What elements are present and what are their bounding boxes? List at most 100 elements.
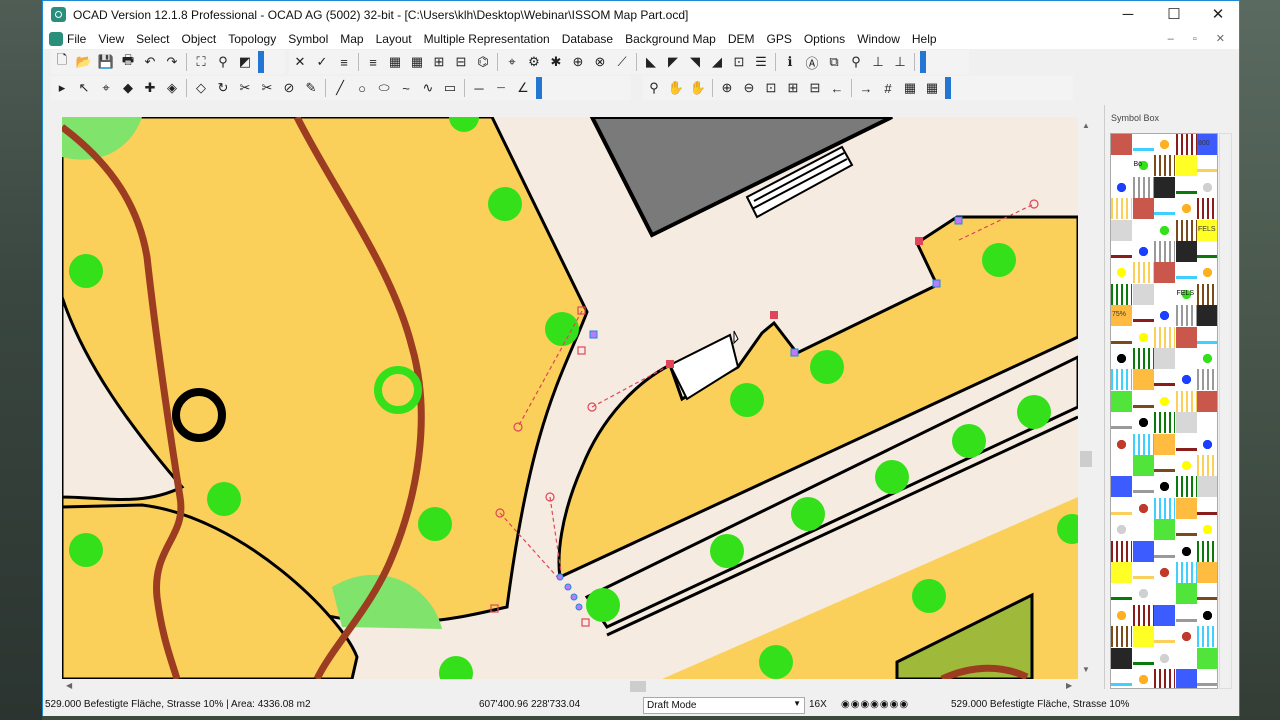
open-file-icon[interactable]: 📂: [73, 51, 95, 73]
symbol-item[interactable]: [1197, 562, 1217, 583]
menu-select[interactable]: Select: [136, 32, 169, 46]
symbol-item[interactable]: [1197, 390, 1217, 412]
symbol-item[interactable]: [1132, 396, 1154, 408]
icon[interactable]: ◣: [640, 51, 662, 73]
find-icon[interactable]: ⚲: [212, 51, 234, 73]
symbol-item[interactable]: [1197, 262, 1217, 284]
select-area-icon[interactable]: ⛶: [190, 51, 212, 73]
scissors-icon[interactable]: ✂: [256, 77, 278, 99]
ground-icon[interactable]: ⊥: [889, 51, 911, 73]
symbol-item[interactable]: [1154, 390, 1175, 412]
straight-line-icon[interactable]: ─: [468, 77, 490, 99]
symbol-item[interactable]: [1132, 626, 1154, 648]
symbol-item[interactable]: [1132, 369, 1154, 391]
pin-icon[interactable]: ⊥: [867, 51, 889, 73]
symbol-item[interactable]: [1111, 176, 1132, 198]
icon[interactable]: ⌖: [501, 51, 523, 73]
symbol-item[interactable]: [1197, 519, 1217, 541]
icon[interactable]: ◥: [684, 51, 706, 73]
symbol-item[interactable]: [1132, 583, 1154, 605]
menu-background-map[interactable]: Background Map: [625, 32, 716, 46]
symbol-item[interactable]: [1197, 160, 1217, 173]
icon[interactable]: ☰: [750, 51, 772, 73]
symbol-item[interactable]: [1175, 497, 1197, 519]
symbol-item[interactable]: [1175, 669, 1197, 688]
symbol-item[interactable]: [1132, 348, 1154, 369]
pencil-icon[interactable]: ✎: [300, 77, 322, 99]
symbol-item[interactable]: [1197, 369, 1217, 391]
icon[interactable]: ⊟: [450, 51, 472, 73]
symbol-item[interactable]: [1175, 369, 1197, 391]
icon[interactable]: ⊗: [589, 51, 611, 73]
ruler-icon[interactable]: ▦: [921, 77, 943, 99]
symbol-item[interactable]: [1111, 562, 1132, 583]
symbol-item[interactable]: [1132, 567, 1154, 579]
symbol-item[interactable]: [1132, 669, 1154, 688]
zoom-fit-icon[interactable]: ⊞: [782, 77, 804, 99]
map-canvas[interactable]: [62, 117, 1078, 679]
icon[interactable]: ⟋: [611, 51, 633, 73]
symbol-item[interactable]: [1154, 348, 1175, 369]
grid-icon[interactable]: #: [877, 77, 899, 99]
symbol-item[interactable]: FELS: [1175, 283, 1197, 305]
symbol-item[interactable]: [1197, 176, 1217, 198]
freehand-icon[interactable]: ∿: [417, 77, 439, 99]
symbol-item[interactable]: [1132, 497, 1154, 519]
icon[interactable]: ⊡: [728, 51, 750, 73]
symbol-item[interactable]: [1154, 203, 1175, 216]
scroll-up-icon[interactable]: ▲: [1082, 121, 1090, 130]
curve-icon[interactable]: ~: [395, 77, 417, 99]
node-delete-icon[interactable]: ◇: [190, 77, 212, 99]
menu-map[interactable]: Map: [340, 32, 363, 46]
symbol-item[interactable]: [1175, 610, 1197, 622]
symbol-item[interactable]: [1154, 546, 1175, 558]
line-icon[interactable]: ╱: [329, 77, 351, 99]
symbol-item[interactable]: [1197, 348, 1217, 369]
symbol-item[interactable]: [1197, 455, 1217, 476]
hand-icon[interactable]: ✋: [687, 77, 709, 99]
text-edit-icon[interactable]: ⧉: [823, 51, 845, 73]
grid-icon[interactable]: ▦: [384, 51, 406, 73]
mode-select[interactable]: Draft Mode ▼: [643, 697, 805, 714]
symbol-item[interactable]: [1197, 647, 1217, 669]
undo-icon[interactable]: ↶: [139, 51, 161, 73]
symbol-item[interactable]: [1154, 155, 1175, 177]
menu-view[interactable]: View: [98, 32, 124, 46]
symbol-item[interactable]: [1175, 198, 1197, 220]
minimize-button[interactable]: ─: [1105, 1, 1151, 29]
symbol-item[interactable]: [1197, 305, 1217, 327]
hand-icon[interactable]: ✋: [665, 77, 687, 99]
symbol-item[interactable]: [1175, 305, 1197, 327]
symbol-item[interactable]: [1175, 182, 1197, 194]
symbol-box-scrollbar[interactable]: [1219, 133, 1232, 689]
zoom-window-icon[interactable]: ⊡: [760, 77, 782, 99]
symbol-item[interactable]: [1111, 262, 1132, 284]
scroll-left-icon[interactable]: ◀: [66, 681, 72, 690]
symbol-item[interactable]: [1154, 562, 1175, 583]
symbol-item[interactable]: 800: [1197, 134, 1217, 155]
symbol-item[interactable]: [1175, 326, 1197, 348]
scroll-right-icon[interactable]: ▶: [1066, 681, 1072, 690]
icon[interactable]: ⊞: [428, 51, 450, 73]
symbol-item[interactable]: Bö: [1132, 155, 1154, 177]
symbol-item[interactable]: [1175, 562, 1197, 583]
symbol-item[interactable]: [1175, 155, 1197, 177]
symbol-item[interactable]: [1132, 412, 1154, 434]
symbol-item[interactable]: [1197, 476, 1217, 498]
symbol-item[interactable]: [1111, 348, 1132, 369]
forward-icon[interactable]: →: [855, 77, 877, 99]
symbol-item[interactable]: [1154, 305, 1175, 327]
menu-topology[interactable]: Topology: [228, 32, 276, 46]
rotate-icon[interactable]: ↻: [212, 77, 234, 99]
icon[interactable]: ⊕: [567, 51, 589, 73]
symbol-item[interactable]: [1175, 412, 1197, 434]
symbol-item[interactable]: [1175, 219, 1197, 241]
menu-options[interactable]: Options: [804, 32, 845, 46]
symbol-item[interactable]: [1132, 653, 1154, 665]
symbol-item[interactable]: [1154, 219, 1175, 241]
symbol-item[interactable]: [1154, 134, 1175, 155]
icon[interactable]: ◤: [662, 51, 684, 73]
binoculars-icon[interactable]: ⚲: [643, 77, 665, 99]
symbol-item[interactable]: [1175, 134, 1197, 155]
symbol-item[interactable]: [1154, 497, 1175, 519]
